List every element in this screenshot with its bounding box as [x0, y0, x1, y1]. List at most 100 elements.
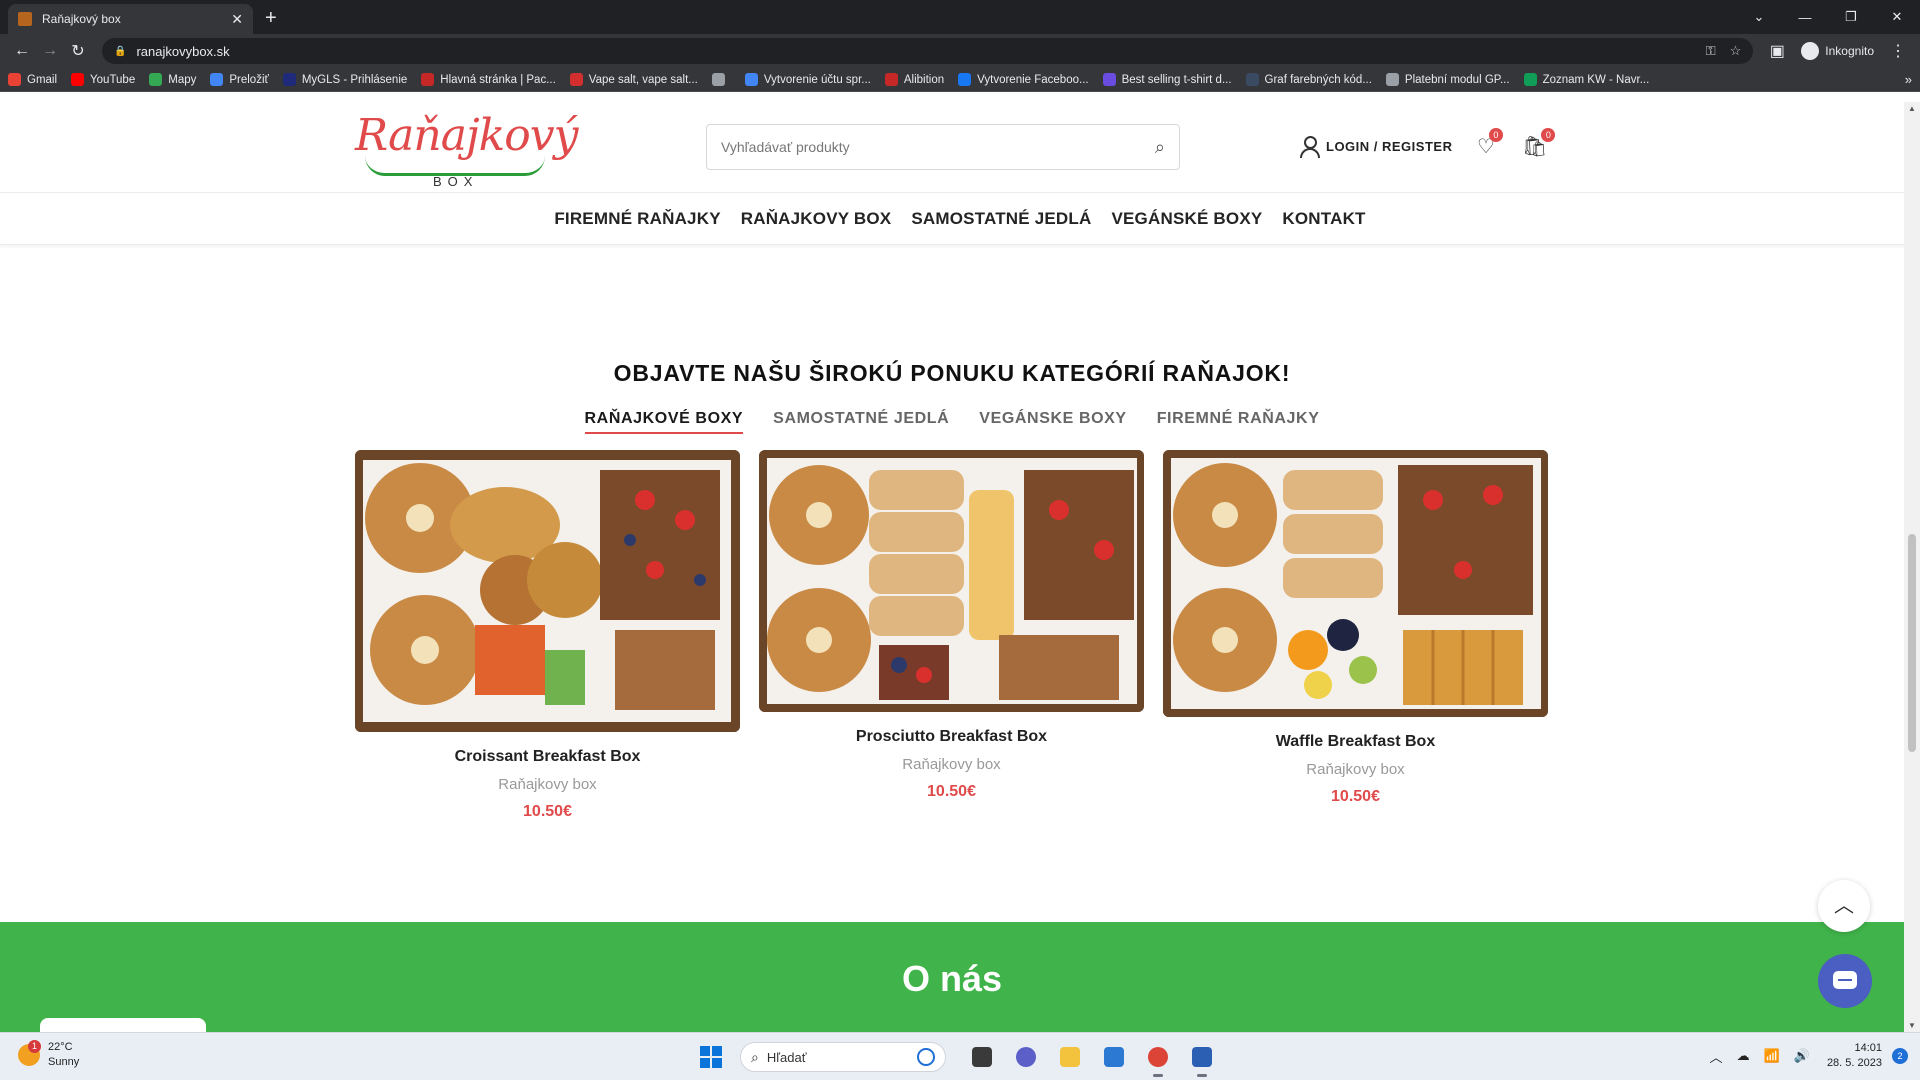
minimize-button[interactable]: — [1782, 10, 1828, 25]
url-text[interactable]: ranajkovybox.sk [136, 44, 1691, 59]
bookmark-item[interactable]: Vape salt, vape salt... [569, 73, 698, 86]
product-image[interactable] [759, 450, 1144, 712]
teams-chat-icon[interactable] [1010, 1041, 1042, 1073]
clock[interactable]: 14:01 28. 5. 2023 [1827, 1041, 1882, 1071]
tab-close-icon[interactable]: ✕ [231, 11, 243, 28]
nav-samostatne-jedla[interactable]: SAMOSTATNÉ JEDLÁ [911, 209, 1091, 229]
bookmarks-bar: Gmail YouTube Mapy Preložiť MyGLS - Prihláse… [0, 68, 1920, 92]
nav-firemne-ranajky[interactable]: FIREMNÉ RAŇAJKY [554, 209, 720, 229]
bing-icon[interactable] [917, 1048, 935, 1066]
forward-button[interactable]: → [36, 42, 64, 60]
bookmark-item[interactable]: Graf farebných kód... [1245, 73, 1372, 86]
bookmark-item[interactable]: Vytvorenie Faceboo... [958, 73, 1089, 86]
bookmark-item[interactable]: Preložiť [210, 73, 269, 86]
close-window-button[interactable]: ✕ [1874, 9, 1920, 25]
reload-button[interactable]: ↻ [64, 41, 92, 61]
bookmark-label: Vape salt, vape salt... [588, 73, 698, 86]
bookmarks-more-icon[interactable]: » [1905, 72, 1912, 87]
bookmark-item[interactable]: Platební modul GP... [1385, 73, 1510, 86]
product-category[interactable]: Raňajkovy box [1163, 761, 1548, 778]
bookmark-item[interactable] [711, 73, 731, 86]
lock-icon[interactable]: 🔒 [114, 46, 126, 57]
wifi-icon[interactable]: 📶 [1764, 1048, 1780, 1064]
product-category[interactable]: Raňajkovy box [759, 756, 1144, 773]
nav-ranajkovy-box[interactable]: RAŇAJKOVY BOX [741, 209, 892, 229]
bookmark-item[interactable]: Best selling t-shirt d... [1102, 73, 1232, 86]
scroll-to-top-button[interactable]: ︿ [1818, 880, 1870, 932]
product-price: 10.50€ [523, 803, 572, 820]
windows-start-icon[interactable] [700, 1046, 722, 1068]
tab-samostatne-jedla[interactable]: SAMOSTATNÉ JEDLÁ [773, 410, 949, 434]
weather-widget[interactable]: 1 22°C Sunny [18, 1040, 79, 1070]
product-category[interactable]: Raňajkovy box [355, 776, 740, 793]
tab-firemne-ranajky[interactable]: FIREMNÉ RAŇAJKY [1157, 410, 1320, 434]
scroll-up-arrow-icon[interactable]: ▲ [1904, 104, 1920, 113]
bookmark-star-icon[interactable]: ☆ [1730, 43, 1742, 59]
weather-badge: 1 [28, 1040, 41, 1053]
back-button[interactable]: ← [8, 42, 36, 60]
tab-search-button[interactable]: ⌄ [1736, 9, 1782, 25]
tray-overflow-chevron-icon[interactable]: ︿ [1710, 1047, 1723, 1066]
restore-button[interactable]: ❐ [1828, 9, 1874, 25]
nav-kontakt[interactable]: KONTAKT [1282, 209, 1365, 229]
bookmark-item[interactable]: Vytvorenie účtu spr... [744, 73, 871, 86]
menu-kebab-icon[interactable]: ⋮ [1884, 41, 1912, 61]
site-logo[interactable]: Raňajkový BOX [355, 108, 578, 189]
browser-tab[interactable]: Raňajkový box ✕ [8, 4, 253, 34]
login-register-link[interactable]: LOGIN / REGISTER [1300, 136, 1452, 158]
product-card[interactable]: Croissant Breakfast Box Raňajkovy box 10… [355, 450, 740, 821]
task-view-icon[interactable] [966, 1041, 998, 1073]
profile-button[interactable]: Inkognito [1801, 42, 1874, 60]
about-section: O nás [0, 922, 1904, 1032]
product-card[interactable]: Prosciutto Breakfast Box Raňajkovy box 1… [759, 450, 1144, 821]
wishlist-heart-icon[interactable]: ♡ 0 [1477, 128, 1503, 159]
product-grid: Croissant Breakfast Box Raňajkovy box 10… [355, 450, 1567, 821]
cookie-widget-tab[interactable] [40, 1018, 206, 1032]
chat-button[interactable] [1818, 954, 1872, 1008]
bookmark-item[interactable]: Zoznam KW - Navr... [1523, 73, 1649, 86]
product-name[interactable]: Waffle Breakfast Box [1163, 733, 1548, 751]
new-tab-button[interactable]: + [265, 7, 277, 30]
tab-veganske-boxy[interactable]: VEGÁNSKE BOXY [979, 410, 1126, 434]
key-icon[interactable]: ⚿ [1706, 43, 1716, 59]
scroll-down-arrow-icon[interactable]: ▼ [1904, 1021, 1920, 1030]
browser-tab-strip: Raňajkový box ✕ + ⌄ — ❐ ✕ [0, 0, 1920, 34]
bookmark-label: Vytvorenie účtu spr... [763, 73, 871, 86]
chrome-icon[interactable] [1142, 1041, 1174, 1077]
scrollbar-thumb[interactable] [1908, 534, 1916, 752]
nav-veganske-boxy[interactable]: VEGÁNSKÉ BOXY [1111, 209, 1262, 229]
bookmark-item[interactable]: Mapy [149, 73, 196, 86]
cart-bag-icon[interactable]: 🛍 0 [1522, 128, 1556, 159]
bookmark-item[interactable]: MyGLS - Prihlásenie [282, 73, 407, 86]
product-name[interactable]: Croissant Breakfast Box [355, 748, 740, 766]
address-toolbar: ← → ↻ 🔒 ranajkovybox.sk ⚿ ☆ ▣ Inkognito … [0, 34, 1920, 68]
os-taskbar: 1 22°C Sunny ⌕ Hľadať ︿ ☁ 📶 🔊 14:01 28. … [0, 1032, 1920, 1080]
product-price: 10.50€ [927, 783, 976, 800]
product-image[interactable] [355, 450, 740, 732]
bookmark-item[interactable]: Gmail [8, 73, 57, 86]
file-explorer-icon[interactable] [1054, 1041, 1086, 1073]
product-card[interactable]: Waffle Breakfast Box Raňajkovy box 10.50… [1163, 450, 1548, 821]
notification-badge[interactable]: 2 [1892, 1048, 1908, 1064]
search-icon[interactable]: ⌕ [1155, 137, 1165, 158]
product-search-input[interactable]: Vyhľadávať produkty ⌕ [706, 124, 1180, 170]
system-tray: ︿ ☁ 📶 🔊 14:01 28. 5. 2023 2 [1703, 1041, 1908, 1071]
bookmark-favicon-icon [744, 73, 758, 86]
mail-icon[interactable] [1098, 1041, 1130, 1073]
product-image[interactable] [1163, 450, 1548, 717]
bookmark-favicon-icon [1523, 73, 1537, 86]
word-icon[interactable] [1186, 1041, 1218, 1077]
side-panel-icon[interactable]: ▣ [1763, 41, 1791, 61]
bookmark-item[interactable]: Alibition [884, 73, 944, 86]
bookmark-label: YouTube [90, 73, 136, 86]
bookmark-item[interactable]: YouTube [71, 73, 135, 86]
volume-icon[interactable]: 🔊 [1794, 1048, 1810, 1064]
main-navigation: FIREMNÉ RAŇAJKY RAŇAJKOVY BOX SAMOSTATNÉ… [0, 193, 1920, 245]
address-bar[interactable]: 🔒 ranajkovybox.sk ⚿ ☆ [102, 38, 1754, 64]
page-scrollbar[interactable]: ▲ ▼ [1904, 102, 1920, 1032]
bookmark-item[interactable]: Hlavná stránka | Pac... [421, 73, 556, 86]
product-name[interactable]: Prosciutto Breakfast Box [759, 728, 1144, 746]
onedrive-icon[interactable]: ☁ [1737, 1048, 1750, 1064]
taskbar-search[interactable]: ⌕ Hľadať [740, 1042, 946, 1072]
tab-ranajkove-boxy[interactable]: RAŇAJKOVÉ BOXY [584, 410, 744, 434]
